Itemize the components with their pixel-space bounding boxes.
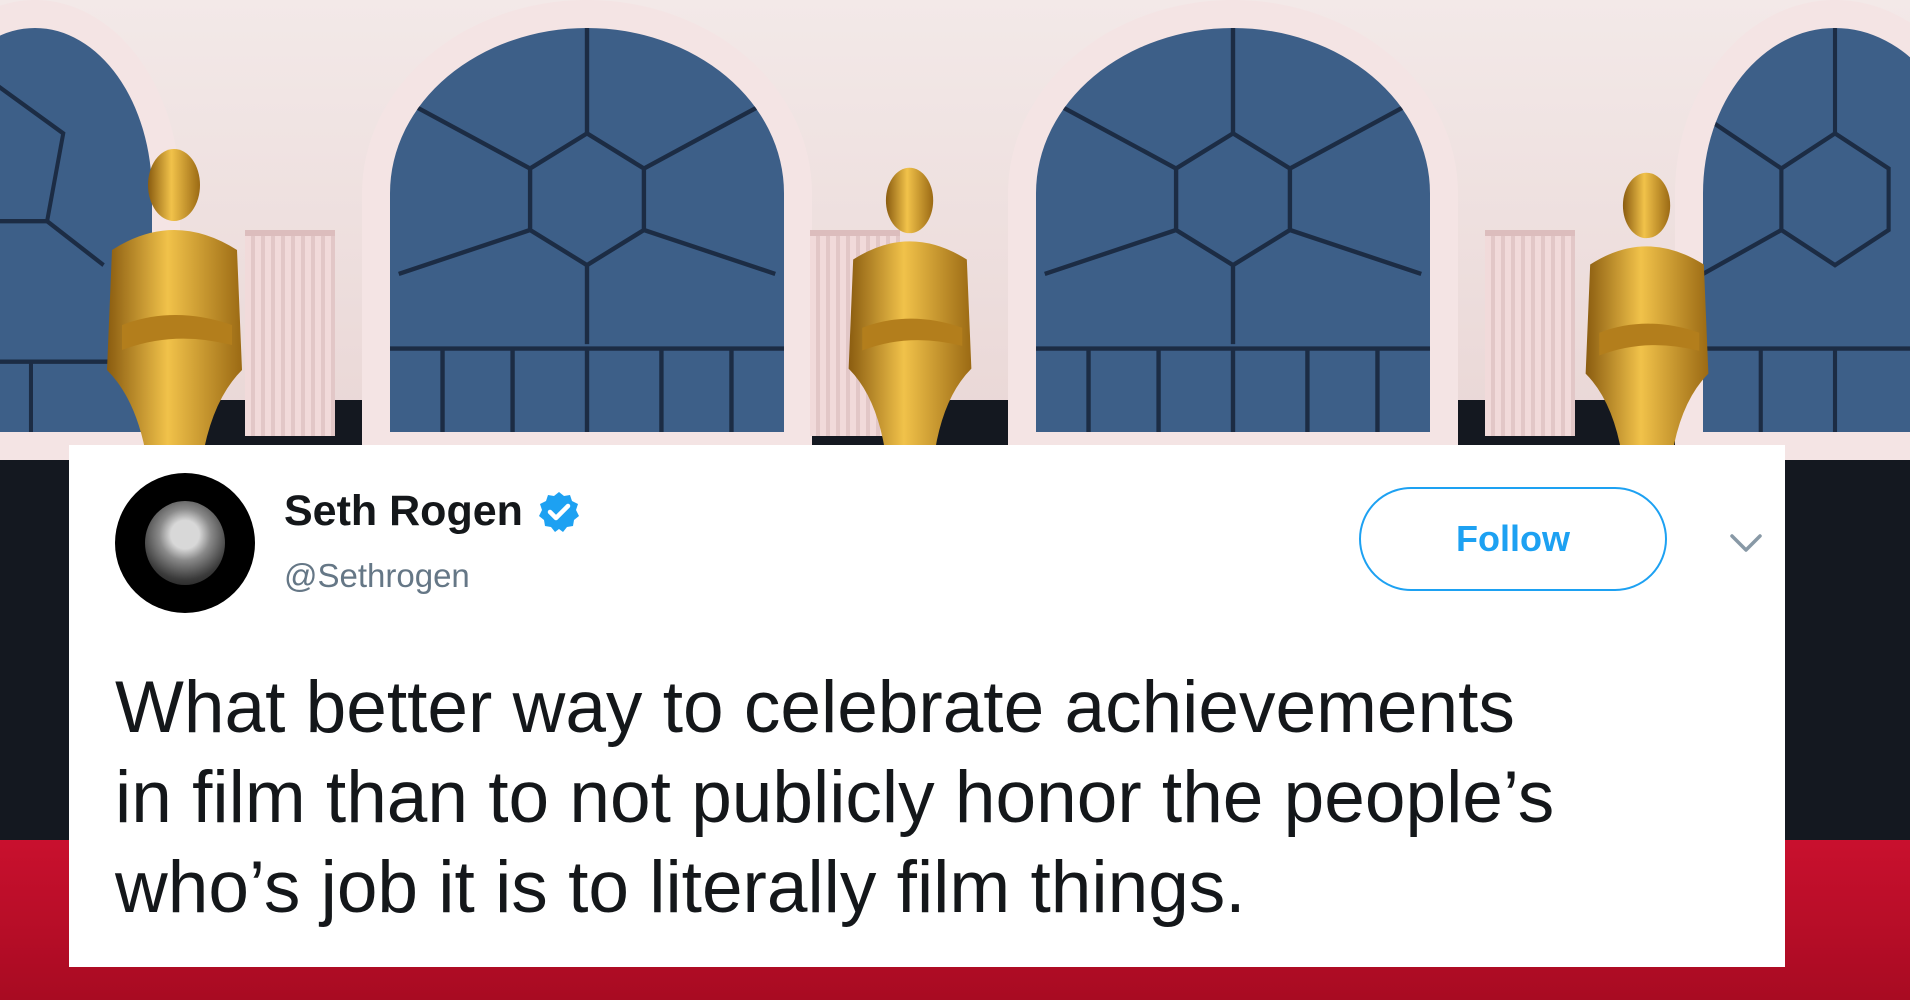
tweet-text-line: What better way to celebrate achievement… [115, 667, 1515, 748]
oscar-statue [1585, 172, 1709, 456]
arched-window [1008, 0, 1458, 460]
verified-badge-icon [538, 491, 579, 532]
column [245, 230, 335, 436]
follow-button[interactable]: Follow [1359, 487, 1667, 591]
author-name-row: Seth Rogen [284, 487, 581, 536]
tweet-text-line: who’s job it is to literally film things… [115, 847, 1246, 928]
tweet-card: Seth Rogen @Sethrogen Follow What better… [69, 445, 1785, 967]
profile-avatar[interactable] [115, 473, 255, 613]
chevron-down-icon[interactable] [1729, 533, 1763, 555]
column [1485, 230, 1575, 436]
author-handle[interactable]: @Sethrogen [284, 557, 470, 595]
oscar-statue [107, 149, 242, 460]
tweet-text-line: in film than to not publicly honor the p… [115, 757, 1555, 838]
tweet-text: What better way to celebrate achievement… [115, 663, 1755, 933]
arched-window [362, 0, 812, 460]
oscar-statue [848, 167, 972, 451]
avatar-photo [145, 501, 225, 585]
author-display-name[interactable]: Seth Rogen [284, 487, 523, 536]
